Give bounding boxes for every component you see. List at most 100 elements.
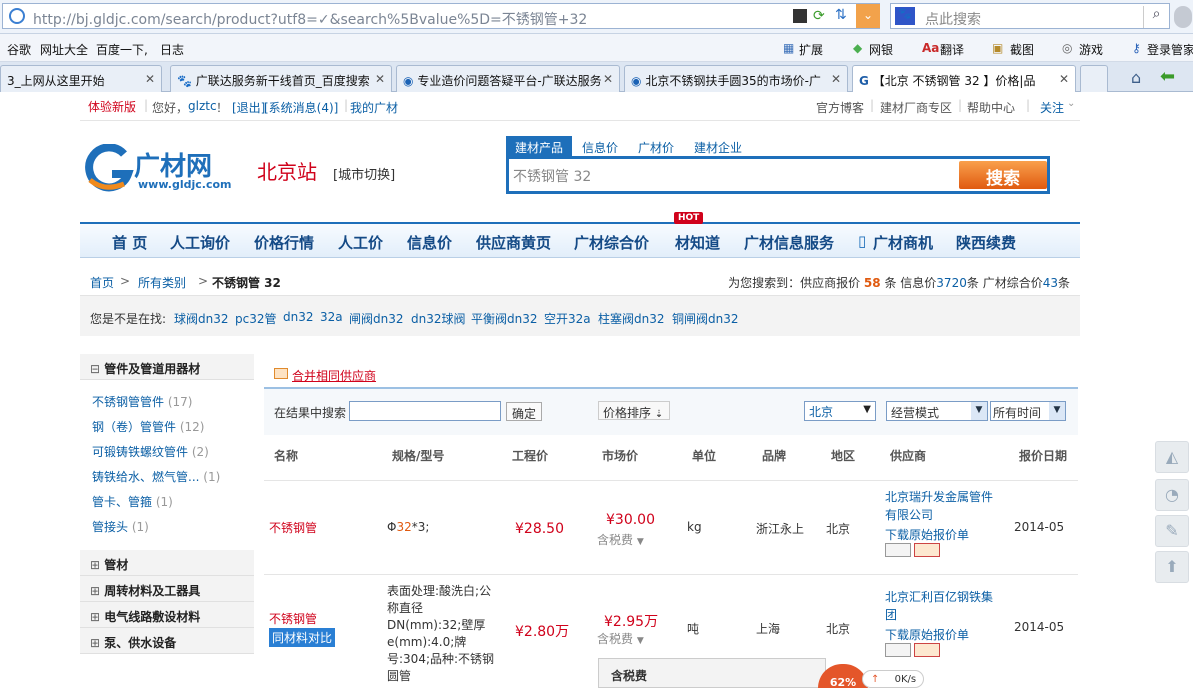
category-item[interactable]: 钢（卷）管管件 (12) [92, 418, 204, 435]
suggest-term[interactable]: 平衡阀dn32 [471, 310, 538, 327]
suggest-term[interactable]: 柱塞阀dn32 [598, 310, 665, 327]
site-logo[interactable]: 广材网 www.gldjc.com [84, 144, 244, 194]
tool-screenshot[interactable]: 截图 [1010, 41, 1034, 58]
suggest-term[interactable]: 32a [320, 310, 343, 324]
suggest-term[interactable]: dn32 [283, 310, 314, 324]
col-market-price[interactable]: 市场价 [602, 447, 638, 464]
suggest-term[interactable]: dn32球阀 [411, 310, 466, 327]
category-item[interactable]: 管卡、管箍 (1) [92, 493, 173, 510]
search-tab-gc[interactable]: 广材价 [638, 139, 674, 156]
search-icon[interactable]: ⌕ [1143, 6, 1169, 28]
category-group-pumps[interactable]: ⊞ 泵、供水设备 [80, 628, 254, 654]
time-select[interactable]: 所有时间 ▼ [990, 401, 1066, 421]
logout-link[interactable]: [退出] [232, 99, 265, 116]
suggest-term[interactable]: pc32管 [235, 310, 277, 327]
confirm-button[interactable]: 确定 [506, 402, 542, 421]
nav-yellowpages[interactable]: 供应商黄页 [476, 232, 551, 253]
search-button[interactable]: 搜索 [959, 161, 1047, 189]
new-tab-button[interactable] [1080, 65, 1108, 92]
back-icon[interactable]: ⬅ [1160, 66, 1175, 87]
suggest-term[interactable]: 球阀dn32 [174, 310, 229, 327]
search-input[interactable]: 不锈钢管 32 [513, 166, 591, 186]
supplier-link[interactable]: 北京瑞升发金属管件有限公司 [885, 488, 1003, 524]
close-icon[interactable]: ✕ [375, 72, 385, 86]
close-icon[interactable]: ✕ [603, 72, 613, 86]
category-item[interactable]: 可锻铸铁螺纹管件 (2) [92, 443, 209, 460]
compare-button[interactable]: 同材料对比 [269, 628, 336, 647]
blog-link[interactable]: 官方博客 [816, 99, 864, 116]
mode-select[interactable]: 经营模式 ▼ [886, 401, 988, 421]
nav-labor[interactable]: 人工价 [338, 232, 383, 253]
category-group-tools[interactable]: ⊞ 周转材料及工器具 [80, 576, 254, 602]
nav-info-service[interactable]: 广材信息服务 [744, 232, 834, 253]
search-tab-products[interactable]: 建材产品 [506, 136, 572, 156]
supplier-link[interactable]: 北京汇利百亿钢铁集团 [885, 588, 1003, 624]
nav-composite[interactable]: 广材综合价 [574, 232, 649, 253]
filter-input[interactable] [349, 401, 501, 421]
comp-count-link[interactable]: 43 [1043, 276, 1058, 290]
vendor-zone-link[interactable]: 建材厂商专区 [880, 99, 952, 116]
download-quote-link[interactable]: 下载原始报价单 [885, 526, 969, 543]
tab-answers[interactable]: ◉ 专业造价问题答疑平台-广联达服务 ✕ [396, 65, 620, 92]
qr-icon[interactable] [793, 9, 807, 23]
tool-bank[interactable]: 网银 [869, 41, 893, 58]
category-group-pipes[interactable]: ⊞ 管材 [80, 550, 254, 576]
screenshot-icon[interactable]: ▣ [992, 41, 1003, 55]
browser-search-box[interactable]: 🐾 点此搜索 ⌕ [890, 3, 1170, 29]
nav-market[interactable]: 价格行情 [254, 232, 314, 253]
follow-link[interactable]: 关注 [1040, 99, 1064, 116]
license-icon[interactable] [914, 643, 940, 657]
close-icon[interactable]: ✕ [145, 72, 155, 86]
fav-google[interactable]: 谷歌 [7, 41, 31, 58]
nav-renew[interactable]: 陕西续费 [956, 232, 1016, 253]
product-name-link[interactable]: 不锈钢管 [269, 519, 317, 536]
category-group-electrical[interactable]: ⊞ 电气线路敷设材料 [80, 602, 254, 628]
crumb-home[interactable]: 首页 [90, 274, 114, 291]
tax-toggle[interactable]: 含税费 ▼ [597, 630, 644, 647]
category-item[interactable]: 不锈钢管管件 (17) [92, 393, 192, 410]
fav-log[interactable]: 日志 [160, 41, 184, 58]
refresh-icon[interactable]: ⟳ [813, 8, 825, 24]
price-sort-button[interactable]: 价格排序 ⇣ [598, 401, 670, 420]
nav-info-price[interactable]: 信息价 [407, 232, 452, 253]
nav-business[interactable]: 广材商机 [873, 232, 933, 253]
tool-translate[interactable]: 翻译 [940, 41, 964, 58]
dropdown-icon[interactable]: ⌄ [856, 4, 880, 28]
suggest-term[interactable]: 空开32a [544, 310, 591, 327]
crumb-all[interactable]: 所有类别 [138, 274, 186, 291]
region-select[interactable]: 北京 ▼ [804, 401, 876, 421]
id-card-icon[interactable] [885, 643, 911, 657]
compat-icon[interactable]: ⇅ [835, 7, 847, 23]
nav-zhidao[interactable]: 材知道 [675, 232, 720, 253]
download-quote-link[interactable]: 下载原始报价单 [885, 626, 969, 643]
merge-suppliers-link[interactable]: 合并相同供应商 [292, 367, 376, 384]
tool-extensions[interactable]: 扩展 [799, 41, 823, 58]
tab-current[interactable]: G 【北京 不锈钢管 32 】价格|品 ✕ [852, 65, 1076, 92]
bank-icon[interactable]: ◆ [853, 41, 862, 55]
key-icon[interactable]: ⚷ [1132, 41, 1141, 55]
suggest-term[interactable]: 闸阀dn32 [349, 310, 404, 327]
clock-icon[interactable]: ◔ [1155, 479, 1189, 511]
translate-icon[interactable]: Aa [922, 41, 939, 55]
back-to-top-icon[interactable]: ⬆ [1155, 551, 1189, 583]
tool-login[interactable]: 登录管家 [1147, 41, 1193, 58]
id-card-icon[interactable] [885, 543, 911, 557]
avatar-icon[interactable] [1174, 6, 1192, 28]
game-icon[interactable]: ◎ [1062, 41, 1072, 55]
tab-baidu[interactable]: 🐾 广联达服务新干线首页_百度搜索 ✕ [170, 65, 392, 92]
product-name-link[interactable]: 不锈钢管 [269, 610, 317, 627]
nav-home[interactable]: 首 页 [112, 232, 147, 253]
license-icon[interactable] [914, 543, 940, 557]
col-eng-price[interactable]: 工程价 [512, 447, 548, 464]
category-group-fittings[interactable]: ⊟ 管件及管道用器材 [80, 354, 254, 380]
nav-inquiry[interactable]: 人工询价 [170, 232, 230, 253]
extensions-icon[interactable]: ▦ [783, 41, 794, 55]
tax-toggle[interactable]: 含税费 ▼ [597, 531, 644, 548]
fav-sites[interactable]: 网址大全 [40, 41, 88, 58]
close-icon[interactable]: ✕ [831, 72, 841, 86]
suggest-term[interactable]: 铜闸阀dn32 [672, 310, 739, 327]
my-center-link[interactable]: 我的广材 [350, 99, 398, 116]
tab-market-price[interactable]: ◉ 北京不锈钢扶手圆35的市场价-广 ✕ [624, 65, 848, 92]
address-bar[interactable]: http://bj.gldjc.com/search/product?utf8=… [2, 3, 880, 29]
tool-game[interactable]: 游戏 [1079, 41, 1103, 58]
